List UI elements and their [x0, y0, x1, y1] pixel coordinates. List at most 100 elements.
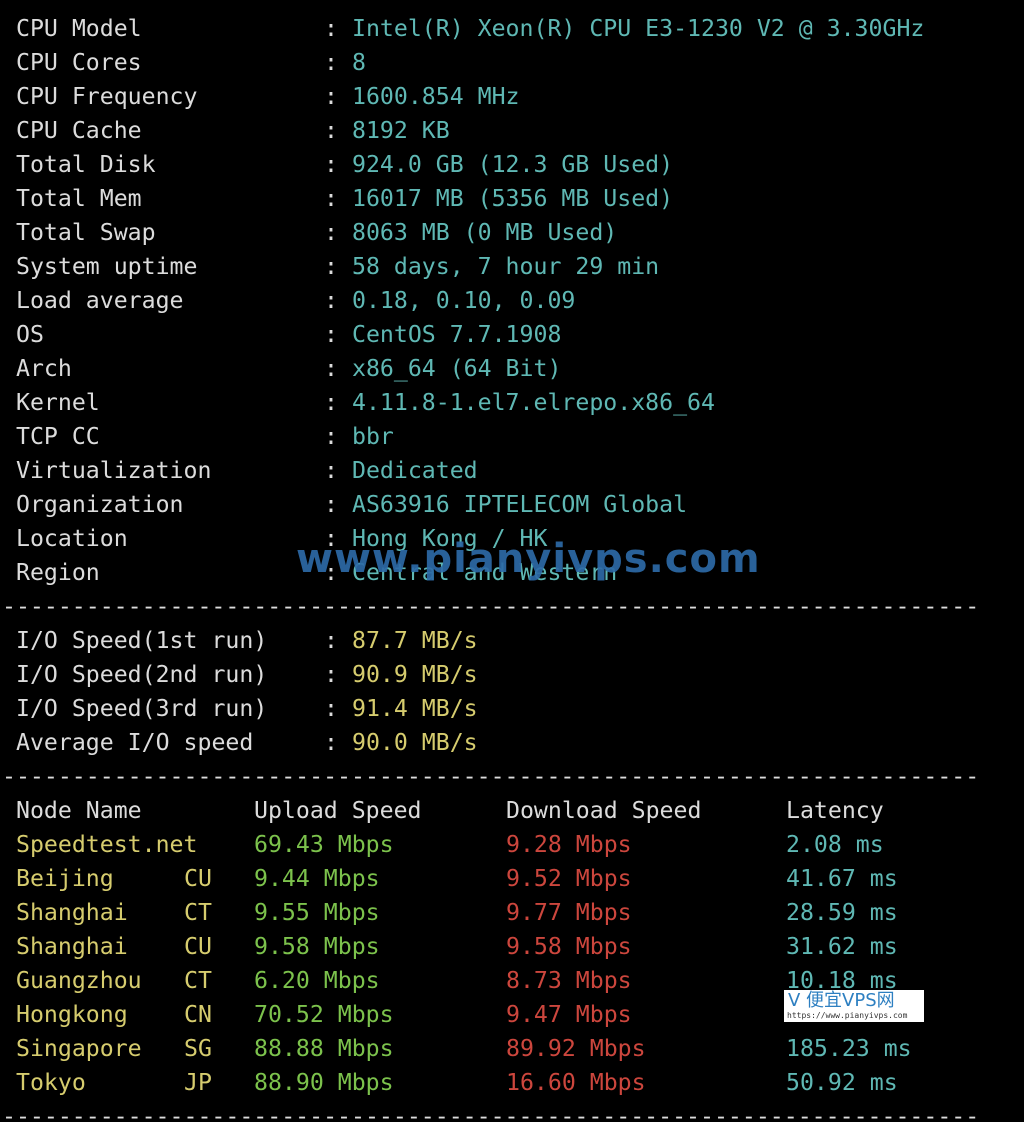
- io-label: Average I/O speed: [16, 729, 254, 756]
- colon: :: [324, 83, 338, 110]
- colon: :: [324, 355, 338, 382]
- info-value: AS63916 IPTELECOM Global: [352, 491, 688, 518]
- header-upload: Upload Speed: [254, 797, 422, 824]
- node-name: Beijing: [16, 865, 114, 892]
- info-value: 4.11.8-1.el7.elrepo.x86_64: [352, 389, 715, 416]
- info-value: Intel(R) Xeon(R) CPU E3-1230 V2 @ 3.30GH…: [352, 15, 925, 42]
- download-speed: 9.28 Mbps: [506, 831, 632, 858]
- info-label: Arch: [16, 355, 72, 382]
- upload-speed: 88.90 Mbps: [254, 1069, 394, 1096]
- info-value: 8192 KB: [352, 117, 450, 144]
- latency: 185.23 ms: [786, 1035, 912, 1062]
- info-label: Virtualization: [16, 457, 212, 484]
- info-value: 1600.854 MHz: [352, 83, 520, 110]
- colon: :: [324, 49, 338, 76]
- info-label: Kernel: [16, 389, 100, 416]
- io-value: 87.7 MB/s: [352, 627, 478, 654]
- download-speed: 8.73 Mbps: [506, 967, 632, 994]
- node-isp: CT: [184, 967, 212, 994]
- download-speed: 9.58 Mbps: [506, 933, 632, 960]
- info-value: 58 days, 7 hour 29 min: [352, 253, 660, 280]
- node-isp: CN: [184, 1001, 212, 1028]
- colon: :: [324, 117, 338, 144]
- colon: :: [324, 729, 338, 756]
- latency: 41.67 ms: [786, 865, 898, 892]
- info-label: Organization: [16, 491, 184, 518]
- colon: :: [324, 15, 338, 42]
- colon: :: [324, 627, 338, 654]
- upload-speed: 88.88 Mbps: [254, 1035, 394, 1062]
- latency: 2.08 ms: [786, 831, 884, 858]
- header-download: Download Speed: [506, 797, 702, 824]
- info-label: Location: [16, 525, 128, 552]
- io-label: I/O Speed(3rd run): [16, 695, 268, 722]
- header-node: Node Name: [16, 797, 142, 824]
- upload-speed: 9.55 Mbps: [254, 899, 380, 926]
- info-value: x86_64 (64 Bit): [352, 355, 562, 382]
- node-isp: CT: [184, 899, 212, 926]
- node-name: Hongkong: [16, 1001, 128, 1028]
- colon: :: [324, 287, 338, 314]
- info-label: System uptime: [16, 253, 198, 280]
- info-label: Total Disk: [16, 151, 156, 178]
- colon: :: [324, 253, 338, 280]
- colon: :: [324, 491, 338, 518]
- node-name: Tokyo: [16, 1069, 86, 1096]
- info-value: 8: [352, 49, 366, 76]
- download-speed: 9.52 Mbps: [506, 865, 632, 892]
- node-name: Singapore: [16, 1035, 142, 1062]
- info-label: Region: [16, 559, 100, 586]
- node-name: Shanghai: [16, 933, 128, 960]
- io-label: I/O Speed(1st run): [16, 627, 268, 654]
- latency: 50.92 ms: [786, 1069, 898, 1096]
- node-isp: CU: [184, 933, 212, 960]
- info-value: 16017 MB (5356 MB Used): [352, 185, 674, 212]
- info-value: Dedicated: [352, 457, 478, 484]
- upload-speed: 9.44 Mbps: [254, 865, 380, 892]
- info-value: 924.0 GB (12.3 GB Used): [352, 151, 674, 178]
- info-label: Total Swap: [16, 219, 156, 246]
- download-speed: 89.92 Mbps: [506, 1035, 646, 1062]
- node-name: Shanghai: [16, 899, 128, 926]
- latency: 28.59 ms: [786, 899, 898, 926]
- latency: 31.62 ms: [786, 933, 898, 960]
- colon: :: [324, 151, 338, 178]
- upload-speed: 9.58 Mbps: [254, 933, 380, 960]
- terminal-window: CPU Model: Intel(R) Xeon(R) CPU E3-1230 V…: [0, 0, 1024, 1122]
- colon: :: [324, 661, 338, 688]
- colon: :: [324, 457, 338, 484]
- node-isp: JP: [184, 1069, 212, 1096]
- colon: :: [324, 423, 338, 450]
- info-value: 8063 MB (0 MB Used): [352, 219, 618, 246]
- io-value: 91.4 MB/s: [352, 695, 478, 722]
- upload-speed: 70.52 Mbps: [254, 1001, 394, 1028]
- watermark-logo: V 便宜VPS网 https://www.pianyivps.com: [784, 990, 924, 1022]
- node-isp: CU: [184, 865, 212, 892]
- info-label: TCP CC: [16, 423, 100, 450]
- io-value: 90.0 MB/s: [352, 729, 478, 756]
- logo-title: V 便宜VPS网: [788, 990, 895, 1011]
- info-label: CPU Cores: [16, 49, 142, 76]
- download-speed: 16.60 Mbps: [506, 1069, 646, 1096]
- upload-speed: 6.20 Mbps: [254, 967, 380, 994]
- node-isp: SG: [184, 1035, 212, 1062]
- colon: :: [324, 321, 338, 348]
- info-label: OS: [16, 321, 44, 348]
- separator-line: ----------------------------------------…: [2, 1103, 980, 1122]
- download-speed: 9.77 Mbps: [506, 899, 632, 926]
- colon: :: [324, 389, 338, 416]
- colon: :: [324, 695, 338, 722]
- download-speed: 9.47 Mbps: [506, 1001, 632, 1028]
- io-value: 90.9 MB/s: [352, 661, 478, 688]
- info-label: CPU Frequency: [16, 83, 198, 110]
- info-value: 0.18, 0.10, 0.09: [352, 287, 576, 314]
- node-name: Guangzhou: [16, 967, 142, 994]
- info-value: CentOS 7.7.1908: [352, 321, 562, 348]
- io-label: I/O Speed(2nd run): [16, 661, 268, 688]
- colon: :: [324, 185, 338, 212]
- info-value: bbr: [352, 423, 394, 450]
- watermark-text: www.pianyivps.com: [296, 536, 761, 582]
- info-label: Total Mem: [16, 185, 142, 212]
- info-label: CPU Model: [16, 15, 142, 42]
- info-label: Load average: [16, 287, 184, 314]
